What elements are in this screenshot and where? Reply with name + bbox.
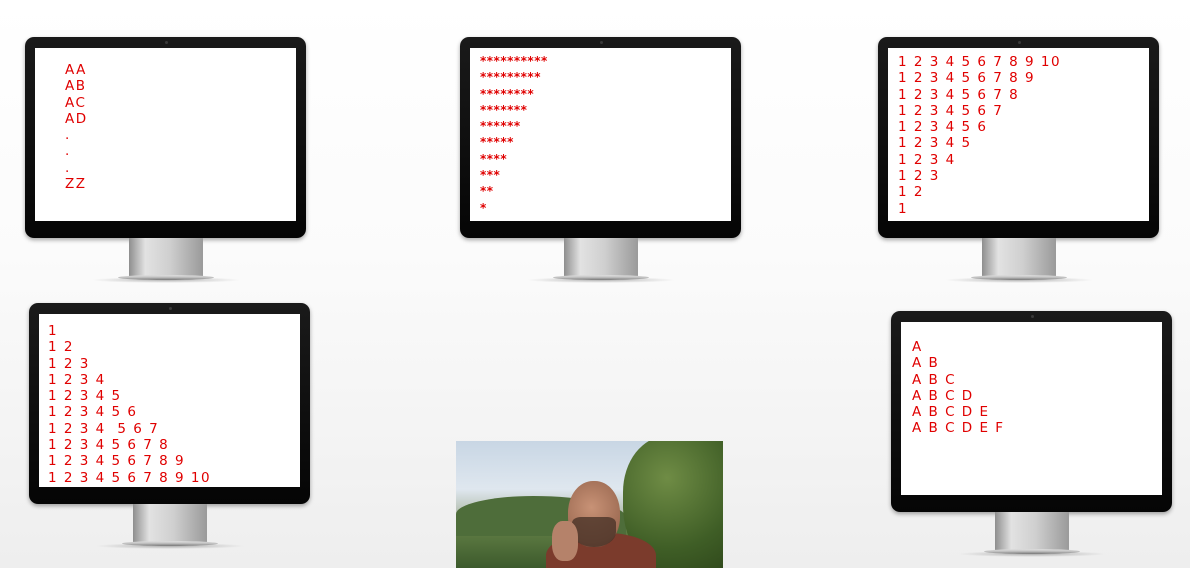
monitor-shadow bbox=[94, 543, 245, 549]
pattern-line: 1 2 3 4 5 6 7 8 bbox=[48, 437, 170, 454]
pattern-line: ** bbox=[480, 184, 494, 199]
pattern-line: AC bbox=[65, 94, 87, 111]
pattern-line: AD bbox=[65, 110, 88, 127]
pattern-line: 1 2 3 4 5 6 7 8 9 bbox=[898, 70, 1036, 87]
monitor-bezel: AA AB AC AD . . . ZZ bbox=[25, 37, 306, 238]
pattern-line: A B C D E F bbox=[912, 420, 1005, 437]
monitor-stand bbox=[994, 512, 1069, 552]
pattern-line: ********* bbox=[480, 70, 541, 85]
pattern-line: 1 2 bbox=[898, 184, 924, 201]
presenter-hand bbox=[552, 521, 578, 561]
pattern-line: 1 bbox=[48, 323, 59, 339]
pattern-line: 1 2 3 4 bbox=[48, 371, 106, 388]
pattern-line: ****** bbox=[480, 119, 521, 134]
pattern-line: . bbox=[65, 127, 71, 144]
pattern-line: *** bbox=[480, 168, 501, 183]
pattern-line: ******** bbox=[480, 86, 535, 101]
pattern-line: 1 2 3 4 5 6 7 8 9 10 bbox=[898, 54, 1062, 70]
pattern-line: 1 2 3 4 5 6 7 8 9 bbox=[48, 453, 186, 470]
pattern-line: 1 2 3 4 bbox=[898, 151, 956, 168]
webcam-video bbox=[456, 441, 723, 568]
monitor-screen: 1 1 2 1 2 3 1 2 3 4 1 2 3 4 5 1 2 3 4 5 … bbox=[39, 314, 300, 487]
monitor-screen: 1 2 3 4 5 6 7 8 9 10 1 2 3 4 5 6 7 8 9 1… bbox=[888, 48, 1149, 221]
monitor-screen: A A B A B C A B C D A B C D E A B C D E … bbox=[901, 322, 1162, 495]
pattern-line: ********** bbox=[480, 54, 548, 68]
pattern-line: 1 2 3 4 5 6 bbox=[48, 404, 138, 421]
pattern-line: A B C bbox=[912, 371, 957, 388]
pattern-line: * bbox=[480, 200, 487, 215]
pattern-line: 1 2 3 4 5 6 bbox=[898, 119, 988, 136]
monitor-stand bbox=[981, 238, 1056, 278]
pattern-line: 1 2 3 4 5 6 7 bbox=[48, 420, 160, 437]
monitor-numbers-descending: 1 2 3 4 5 6 7 8 9 10 1 2 3 4 5 6 7 8 9 1… bbox=[878, 37, 1159, 283]
monitor-screen: AA AB AC AD . . . ZZ bbox=[35, 48, 296, 221]
monitor-stand bbox=[128, 238, 203, 278]
pattern-line: AB bbox=[65, 78, 87, 95]
monitor-shadow bbox=[943, 277, 1094, 283]
monitor-bezel: ********** ********* ******** ******* **… bbox=[460, 37, 741, 238]
pattern-line: . bbox=[65, 143, 71, 160]
camera-dot bbox=[168, 307, 172, 310]
monitor-bezel: A A B A B C A B C D A B C D E A B C D E … bbox=[891, 311, 1172, 512]
pattern-line: 1 2 3 bbox=[48, 355, 90, 372]
pattern-line: 1 2 bbox=[48, 339, 74, 356]
camera-dot bbox=[1030, 315, 1034, 318]
monitor-bezel: 1 1 2 1 2 3 1 2 3 4 1 2 3 4 5 1 2 3 4 5 … bbox=[29, 303, 310, 504]
pattern-line: ******* bbox=[480, 102, 528, 117]
monitor-screen: ********** ********* ******** ******* **… bbox=[470, 48, 731, 221]
monitor-bezel: 1 2 3 4 5 6 7 8 9 10 1 2 3 4 5 6 7 8 9 1… bbox=[878, 37, 1159, 238]
pattern-line: 1 2 3 4 5 6 7 bbox=[898, 102, 1004, 119]
pattern-line: 1 2 3 4 5 6 7 8 bbox=[898, 86, 1020, 103]
pattern-line: ZZ bbox=[65, 176, 87, 193]
presenter-beard bbox=[572, 517, 616, 547]
pattern-line: A bbox=[912, 339, 923, 355]
camera-dot bbox=[1017, 41, 1021, 44]
pattern-line: ***** bbox=[480, 135, 514, 150]
pattern-line: 1 2 3 bbox=[898, 168, 940, 185]
monitor-stand bbox=[132, 504, 207, 544]
pattern-line: 1 bbox=[898, 200, 909, 217]
pattern-line: A B C D bbox=[912, 387, 974, 404]
pattern-line: 1 2 3 4 5 bbox=[898, 135, 972, 152]
monitor-numbers-ascending: 1 1 2 1 2 3 1 2 3 4 1 2 3 4 5 1 2 3 4 5 … bbox=[29, 303, 310, 549]
pattern-line: 1 2 3 4 5 bbox=[48, 388, 122, 405]
monitor-stars: ********** ********* ******** ******* **… bbox=[460, 37, 741, 283]
camera-dot bbox=[599, 41, 603, 44]
monitor-shadow bbox=[525, 277, 676, 283]
camera-dot bbox=[164, 41, 168, 44]
pattern-line: A B C D E bbox=[912, 404, 990, 421]
monitor-stand bbox=[563, 238, 638, 278]
pattern-line: A B bbox=[912, 355, 940, 372]
pattern-line: AA bbox=[65, 62, 87, 78]
monitor-shadow bbox=[956, 551, 1107, 557]
pattern-line: 1 2 3 4 5 6 7 8 9 10 bbox=[48, 469, 212, 486]
monitor-letters: A A B A B C A B C D A B C D E A B C D E … bbox=[891, 311, 1172, 557]
pattern-line: . bbox=[65, 159, 71, 176]
monitor-aa-zz: AA AB AC AD . . . ZZ bbox=[25, 37, 306, 283]
monitor-shadow bbox=[90, 277, 241, 283]
pattern-line: **** bbox=[480, 151, 508, 166]
